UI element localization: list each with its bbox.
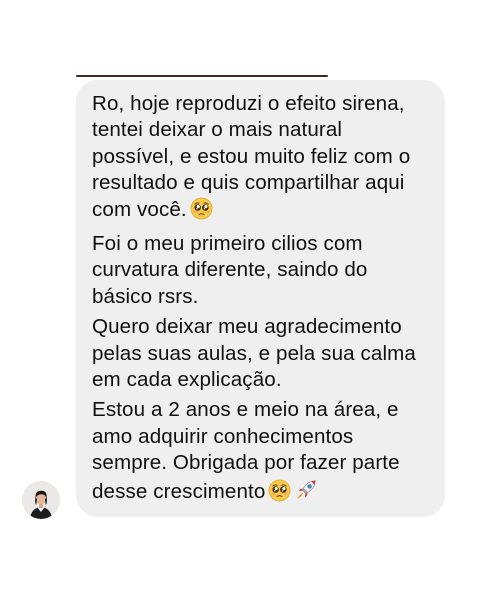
message-paragraph: Quero deixar meu agradecimento pelas suas… [92,314,433,393]
reply-indicator [76,75,328,77]
message-line: Quero deixar meu agradecimento [92,315,402,339]
message-line: Foi o meu primeiro cilios com [92,232,363,256]
pleading-face-emoji [268,479,291,509]
sender-avatar[interactable] [22,481,60,519]
message-line: possível, e estou muito feliz com o [92,144,411,168]
message-line: pelas suas aulas, e pela sua calma [92,341,416,365]
rocket-emoji [294,477,319,509]
pleading-face-emoji [190,197,213,227]
message-line: em cada explicação. [92,368,282,392]
avatar-person-icon [22,481,60,519]
message-paragraph: Foi o meu primeiro cilios com curvatura d… [92,231,433,310]
message-line: tentei deixar o mais natural [92,118,343,142]
message-line: desse crescimento [92,479,266,503]
message-line: com você. [92,197,187,221]
chat-thread: Ro, hoje reproduzi o efeito sirena, tente… [0,0,480,600]
message-line: curvatura diferente, saindo do [92,258,368,282]
message-paragraph: Ro, hoje reproduzi o efeito sirena, tente… [92,91,433,227]
message-line: resultado e quis compartilhar aqui [92,171,405,195]
message-line: Ro, hoje reproduzi o efeito sirena, [92,92,405,115]
message-paragraph: Estou a 2 anos e meio na área, e amo adqu… [92,397,433,509]
message-line: sempre. Obrigada por fazer parte [92,451,400,475]
message-line: amo adquirir conhecimentos [92,424,354,448]
message-bubble[interactable]: Ro, hoje reproduzi o efeito sirena, tente… [76,80,445,517]
message-line: Estou a 2 anos e meio na área, e [92,398,399,422]
message-line: básico rsrs. [92,284,199,308]
